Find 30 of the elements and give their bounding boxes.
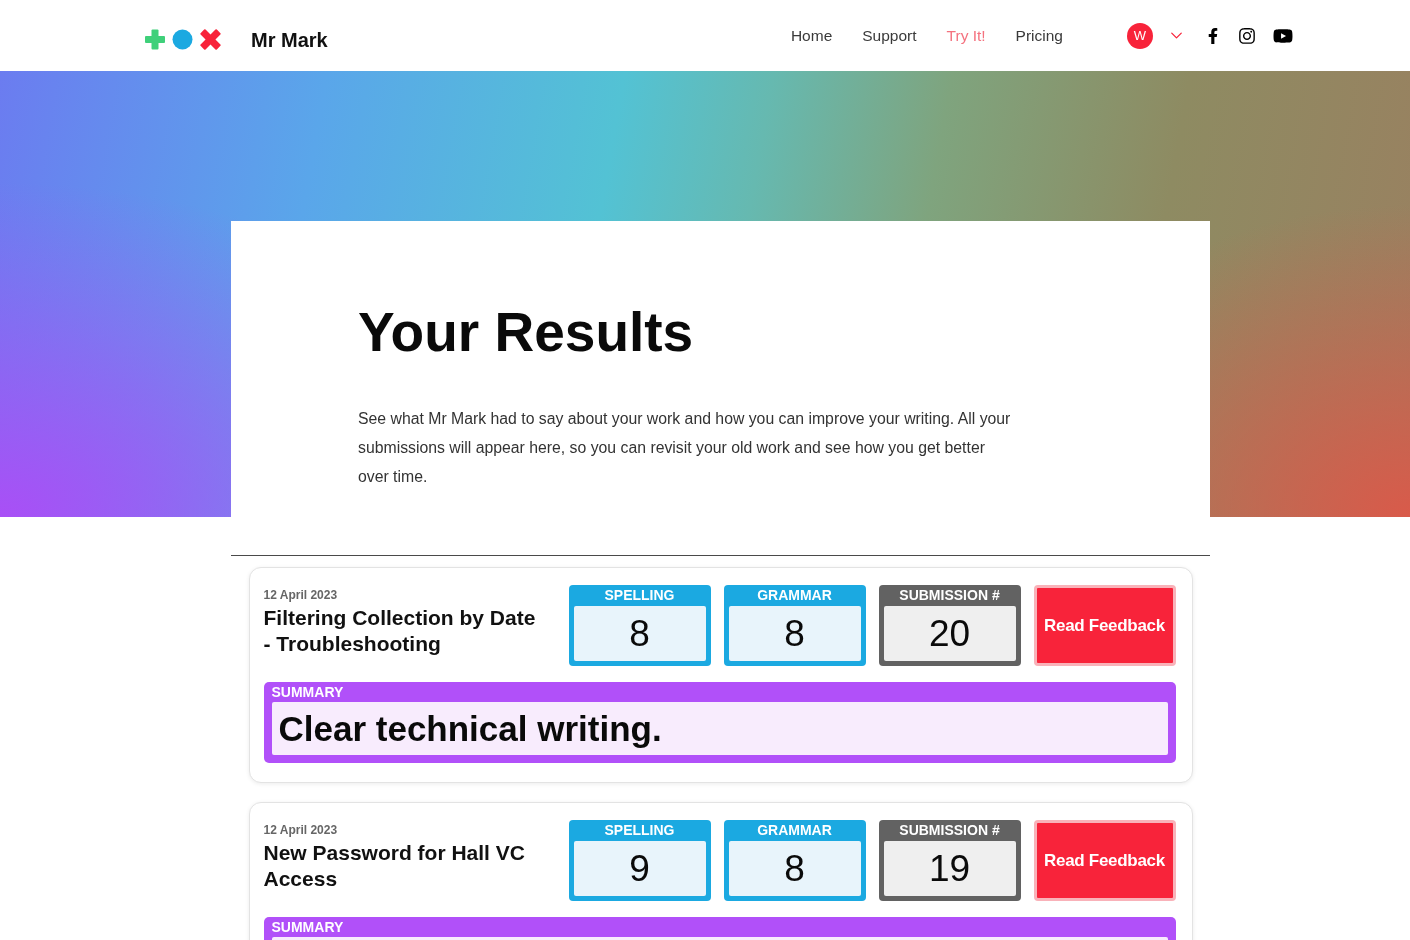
instagram-icon[interactable]: [1238, 26, 1256, 45]
score-label: GRAMMAR: [756, 821, 833, 840]
nav-link[interactable]: Support: [862, 26, 917, 45]
page-title: Your Results: [358, 300, 695, 365]
summary-text: Clear technical writing.: [278, 707, 662, 750]
result-date: 12 April 2023: [263, 822, 339, 838]
score-label: SUBMISSION #: [898, 586, 1001, 605]
score-label: SUBMISSION #: [898, 821, 1001, 840]
nav-link[interactable]: Pricing: [1015, 26, 1063, 45]
intro-text: See what Mr Mark had to say about your work and how you can improve your writing. All your submissions will appear here, so you can revisit your old work and see how you get better over time.: [358, 409, 1012, 487]
score-value: 8: [728, 841, 861, 896]
read-feedback-button[interactable]: Read Feedback: [1033, 820, 1176, 901]
read-feedback-button[interactable]: Read Feedback: [1033, 585, 1176, 666]
brand-name[interactable]: Mr Mark: [251, 19, 328, 52]
score-value: 9: [573, 841, 706, 896]
score-value: 8: [728, 606, 861, 661]
score-value: 20: [883, 606, 1016, 661]
summary-label: SUMMARY: [271, 683, 345, 702]
score-value: 8: [573, 606, 706, 661]
logo-icon: [145, 29, 221, 50]
result-date: 12 April 2023: [263, 587, 339, 603]
score-value: 19: [883, 841, 1016, 896]
score-label: SPELLING: [603, 586, 676, 605]
nav-link[interactable]: Home: [790, 26, 833, 45]
result-title: Filtering Collection by Date - Troubleshooting: [263, 605, 537, 657]
score-label: GRAMMAR: [756, 586, 833, 605]
result-title: New Password for Hall VC Access: [263, 840, 526, 892]
summary-label: SUMMARY: [271, 918, 345, 937]
score-label: SPELLING: [603, 821, 676, 840]
avatar[interactable]: W: [1127, 22, 1153, 49]
